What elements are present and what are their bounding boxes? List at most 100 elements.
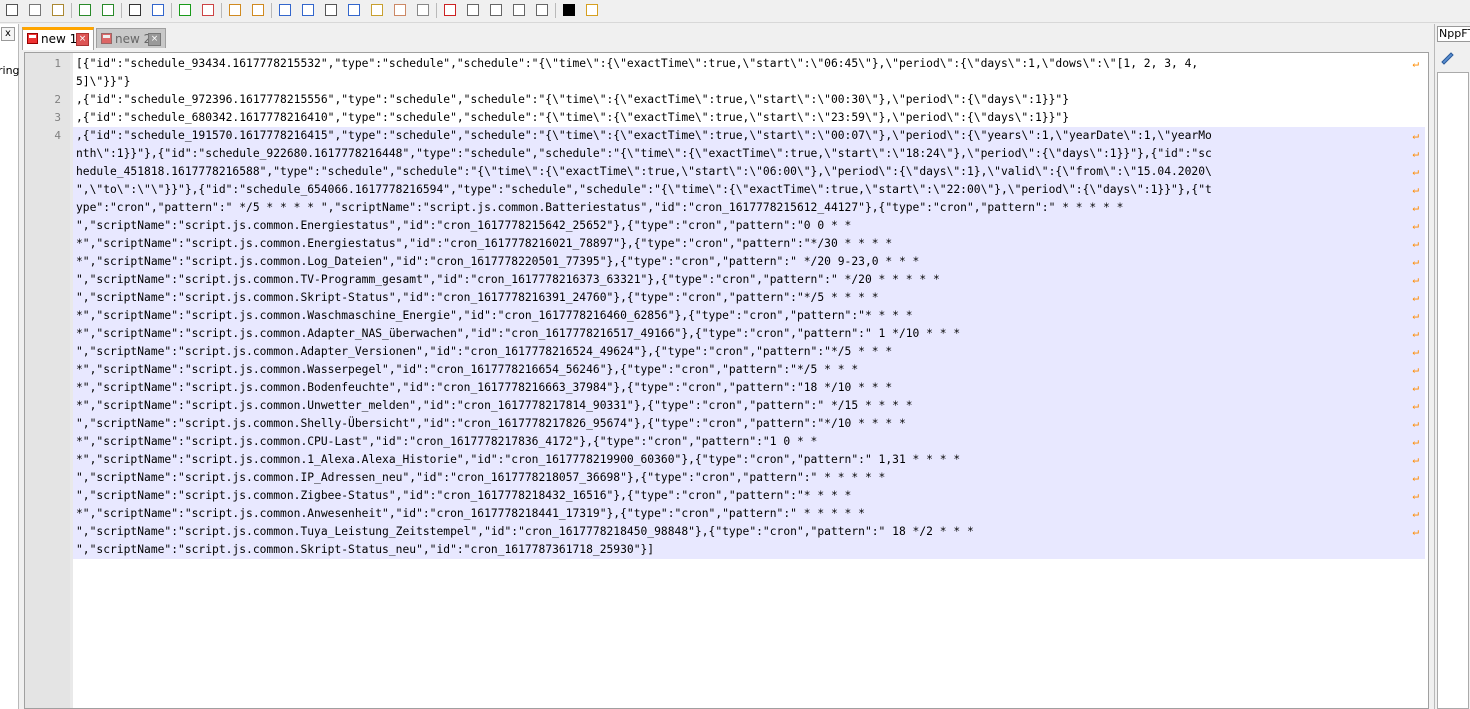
code-text: *","scriptName":"script.js.common.Adapte… [76,327,961,340]
folder-as-workspace-icon[interactable] [392,2,409,19]
code-text: ","scriptName":"script.js.common.Skript-… [76,291,879,304]
sync-vertical-icon[interactable] [227,2,244,19]
code-line[interactable]: *","scriptName":"script.js.common.Anwese… [73,505,1425,523]
code-line[interactable]: ype":"cron","pattern":" */5 * * * * ","s… [73,199,1425,217]
code-text: *","scriptName":"script.js.common.Bodenf… [76,381,893,394]
code-line[interactable]: ",\"to\":\"\"}}"},{"id":"schedule_654066… [73,181,1425,199]
document-map-icon[interactable] [369,2,386,19]
json-viewer-icon[interactable] [561,2,578,19]
wrap-symbol-icon: ↵ [1412,273,1419,286]
wrap-symbol-icon: ↵ [1412,237,1419,250]
code-line[interactable]: ","scriptName":"script.js.common.Adapter… [73,343,1425,361]
tab-bar: new 1 × new 2 × [22,24,1430,50]
code-area[interactable]: [{"id":"schedule_93434.1617778215532","t… [73,55,1425,559]
code-line[interactable]: ","scriptName":"script.js.common.Shelly-… [73,415,1425,433]
code-line[interactable]: 5]\"}}"} [73,73,1425,91]
undo-icon[interactable] [77,2,94,19]
code-text: hedule_451818.1617778216588","type":"sch… [76,165,1212,178]
toolbar-separator [121,3,122,18]
code-line[interactable]: ","scriptName":"script.js.common.Zigbee-… [73,487,1425,505]
copy-icon[interactable] [27,2,44,19]
wrap-symbol-icon: ↵ [1412,309,1419,322]
tab-close-icon[interactable]: × [76,33,89,46]
code-line[interactable]: ","scriptName":"script.js.common.Tuya_Le… [73,523,1425,541]
cut-icon[interactable] [4,2,21,19]
code-text: ,{"id":"schedule_191570.1617778216415","… [76,129,1212,142]
zoom-in-icon[interactable] [177,2,194,19]
record-macro-icon[interactable] [442,2,459,19]
code-line[interactable]: ","scriptName":"script.js.common.IP_Adre… [73,469,1425,487]
code-line[interactable]: [{"id":"schedule_93434.1617778215532","t… [73,55,1425,73]
code-line[interactable]: *","scriptName":"script.js.common.CPU-La… [73,433,1425,451]
tab-close-icon[interactable]: × [148,33,161,46]
code-line[interactable]: ,{"id":"schedule_191570.1617778216415","… [73,127,1425,145]
redo-icon[interactable] [100,2,117,19]
line-number: 1 [54,57,61,70]
code-text: *","scriptName":"script.js.common.Log_Da… [76,255,920,268]
code-line[interactable]: *","scriptName":"script.js.common.Energi… [73,235,1425,253]
code-text: ","scriptName":"script.js.common.TV-Prog… [76,273,940,286]
code-text: ","scriptName":"script.js.common.Adapter… [76,345,893,358]
code-line[interactable]: ","scriptName":"script.js.common.Skript-… [73,289,1425,307]
left-panel-close-button[interactable]: x [1,27,15,41]
code-text: *","scriptName":"script.js.common.Waschm… [76,309,913,322]
wrap-symbol-icon: ↵ [1412,381,1419,394]
monitoring-icon[interactable] [415,2,432,19]
zoom-out-icon[interactable] [200,2,217,19]
code-text: *","scriptName":"script.js.common.1_Alex… [76,453,961,466]
nppftp-panel-title: NppFT [1437,26,1470,42]
unsaved-file-icon [101,33,112,44]
stop-macro-icon[interactable] [465,2,482,19]
editor[interactable]: 1 2 3 4 [{"id":"schedule_93434.161777821553… [24,52,1429,709]
replace-icon[interactable] [150,2,167,19]
wrap-symbol-icon: ↵ [1412,165,1419,178]
run-macro-multiple-icon[interactable] [511,2,528,19]
code-line[interactable]: *","scriptName":"script.js.common.Unwett… [73,397,1425,415]
paste-icon[interactable] [50,2,67,19]
wrap-symbol-icon: ↵ [1412,327,1419,340]
code-line[interactable]: *","scriptName":"script.js.common.1_Alex… [73,451,1425,469]
code-line[interactable]: ,{"id":"schedule_680342.1617778216410","… [73,109,1425,127]
code-text: ","scriptName":"script.js.common.IP_Adre… [76,471,886,484]
word-wrap-icon[interactable] [277,2,294,19]
unsaved-file-icon [27,33,38,44]
code-line[interactable]: *","scriptName":"script.js.common.Wasser… [73,361,1425,379]
line-number: 3 [54,111,61,124]
code-line[interactable]: ","scriptName":"script.js.common.Skript-… [73,541,1425,559]
code-line[interactable]: ,{"id":"schedule_972396.1617778215556","… [73,91,1425,109]
find-icon[interactable] [127,2,144,19]
code-line[interactable]: *","scriptName":"script.js.common.Log_Da… [73,253,1425,271]
code-text: ","scriptName":"script.js.common.Energie… [76,219,852,232]
code-line[interactable]: nth\":1}}"},{"id":"schedule_922680.16177… [73,145,1425,163]
tab-new-2[interactable]: new 2 × [96,28,166,48]
code-line[interactable]: ","scriptName":"script.js.common.Energie… [73,217,1425,235]
code-line[interactable]: *","scriptName":"script.js.common.Bodenf… [73,379,1425,397]
tab-label: new 2 [115,32,152,46]
tab-new-1[interactable]: new 1 × [22,27,94,50]
wrap-symbol-icon: ↵ [1412,399,1419,412]
show-all-chars-icon[interactable] [300,2,317,19]
code-text: *","scriptName":"script.js.common.Anwese… [76,507,865,520]
save-macro-icon[interactable] [534,2,551,19]
code-line[interactable]: hedule_451818.1617778216588","type":"sch… [73,163,1425,181]
sync-horizontal-icon[interactable] [250,2,267,19]
toolbar-separator [436,3,437,18]
play-macro-icon[interactable] [488,2,505,19]
wrap-symbol-icon: ↵ [1412,453,1419,466]
nppftp-tree[interactable] [1437,72,1469,709]
code-text: *","scriptName":"script.js.common.CPU-La… [76,435,818,448]
code-line[interactable]: *","scriptName":"script.js.common.Adapte… [73,325,1425,343]
code-text: ,{"id":"schedule_972396.1617778215556","… [76,93,1069,106]
code-text: 5]\"}}"} [76,75,131,88]
nppftp-icon[interactable] [584,2,601,19]
line-number: 4 [54,129,61,142]
indent-guide-icon[interactable] [323,2,340,19]
toolbar-separator [271,3,272,18]
connect-icon[interactable] [1439,50,1455,66]
function-list-icon[interactable] [346,2,363,19]
code-line[interactable]: *","scriptName":"script.js.common.Waschm… [73,307,1425,325]
wrap-symbol-icon: ↵ [1412,471,1419,484]
code-line[interactable]: ","scriptName":"script.js.common.TV-Prog… [73,271,1425,289]
code-text: ","scriptName":"script.js.common.Zigbee-… [76,489,852,502]
code-text: ",\"to\":\"\"}}"},{"id":"schedule_654066… [76,183,1212,196]
